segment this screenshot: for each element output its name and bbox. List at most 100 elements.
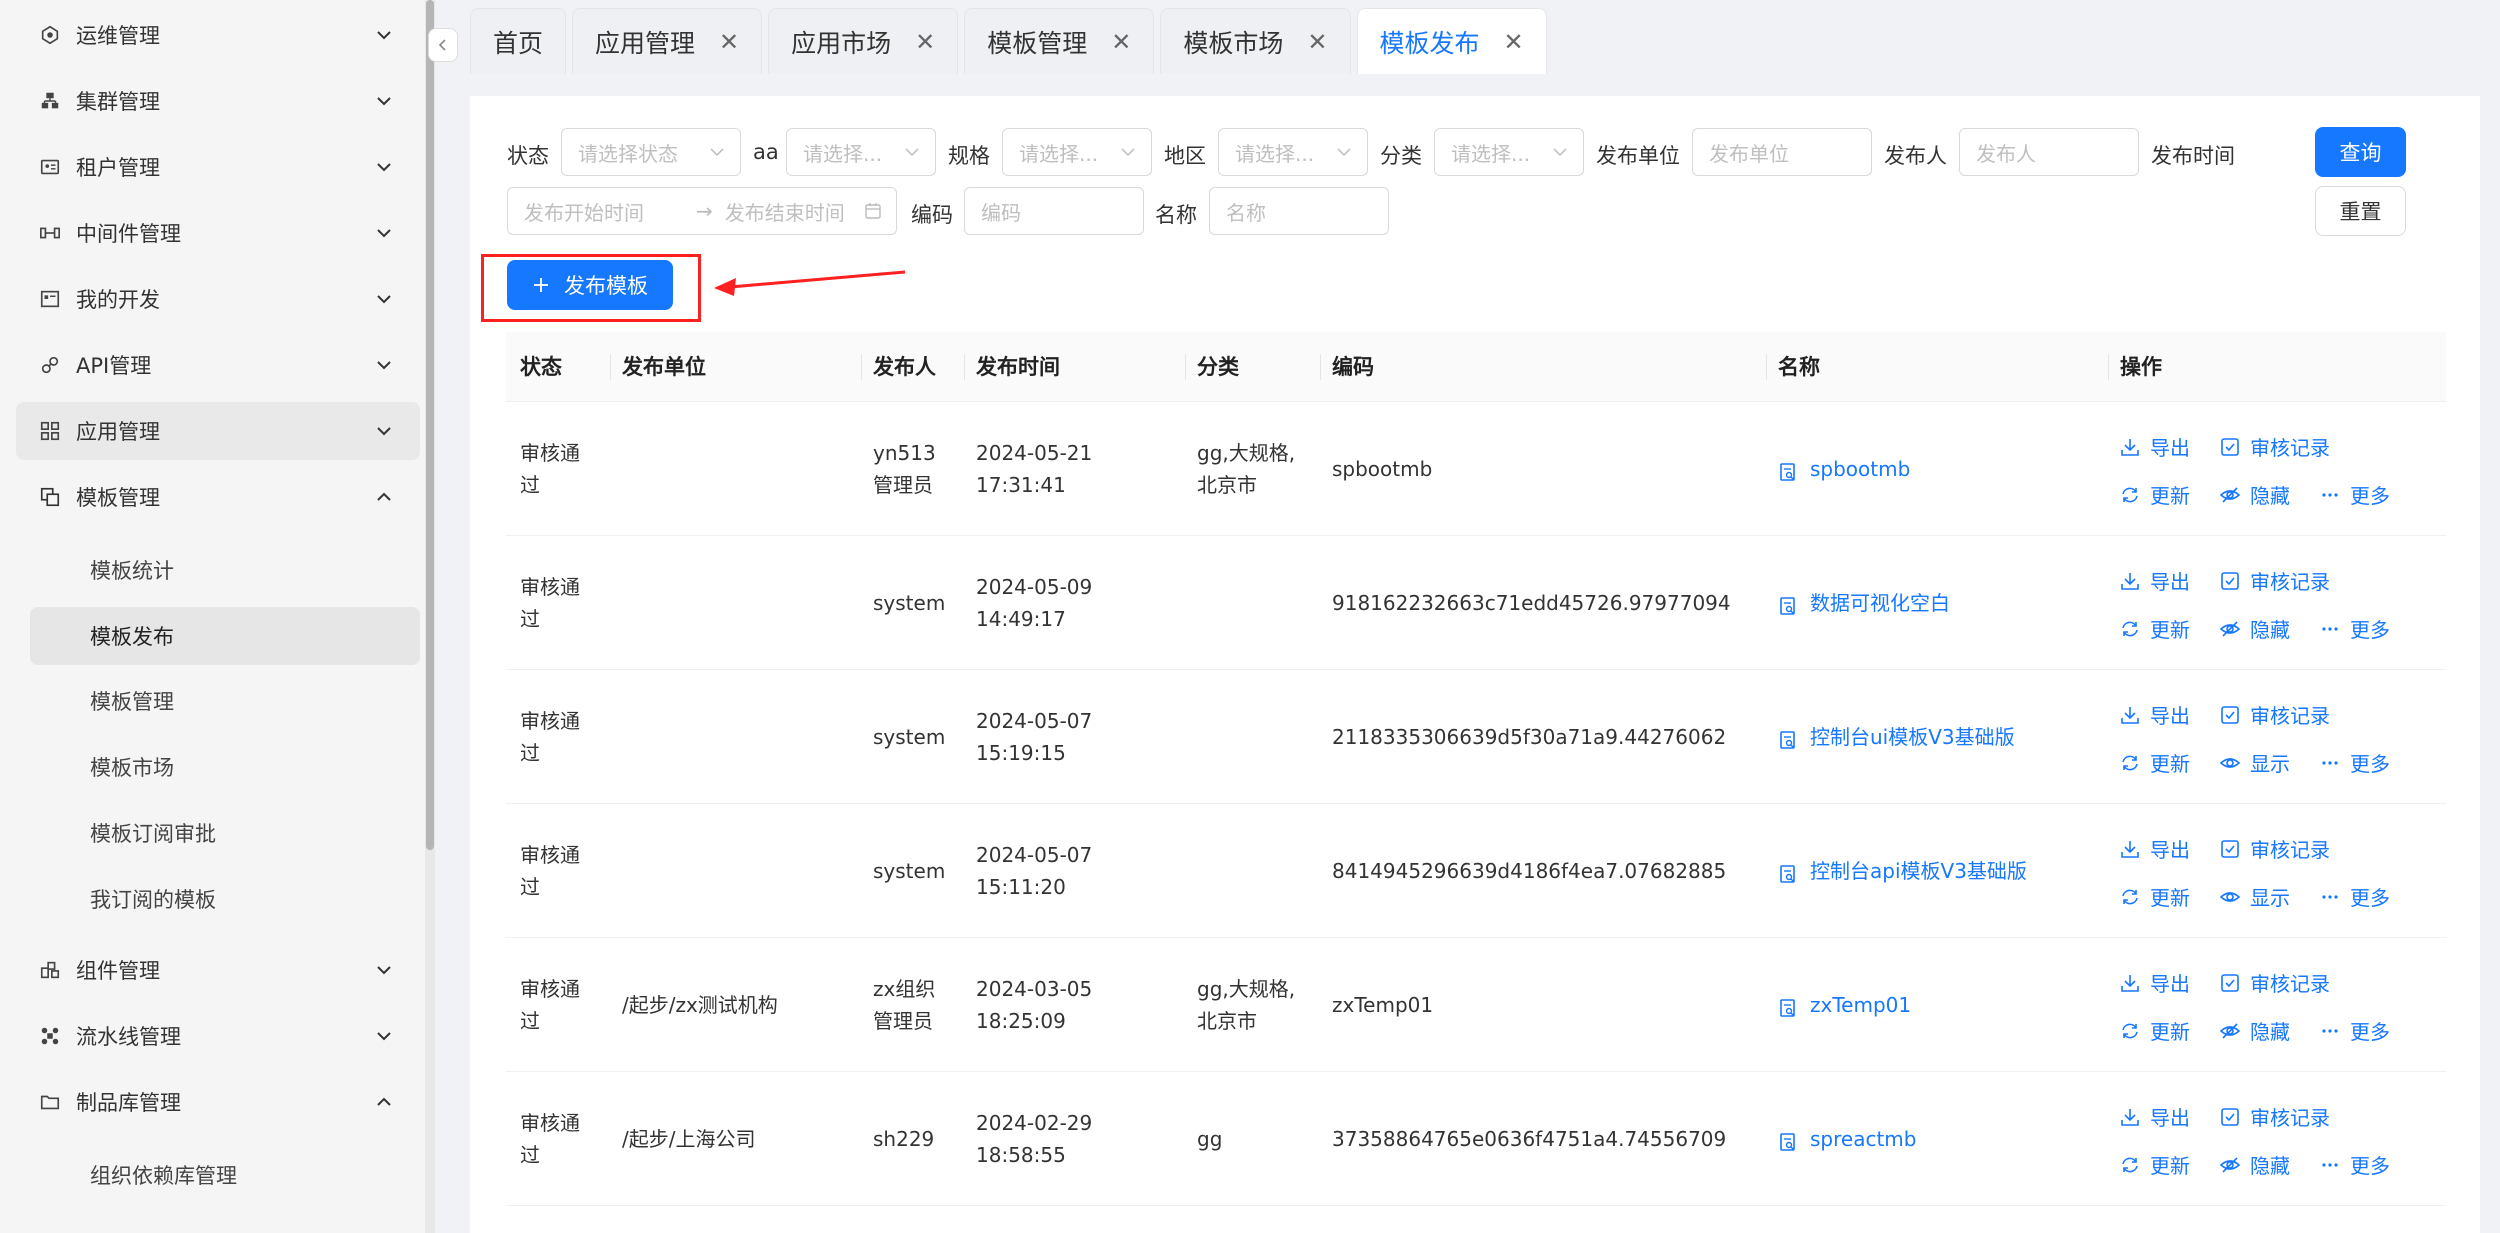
audit-record-action[interactable]: 审核记录 xyxy=(2220,432,2330,461)
column-separator[interactable] xyxy=(964,354,965,380)
more-dots-icon xyxy=(2320,753,2340,773)
sidebar-item-1[interactable]: 集群管理 xyxy=(16,72,420,130)
update-action[interactable]: 更新 xyxy=(2120,1150,2190,1179)
tab-5[interactable]: 模板发布 ✕ xyxy=(1356,8,1547,74)
sidebar-item-2[interactable]: 租户管理 xyxy=(16,138,420,196)
template-name-link[interactable]: spreactmb xyxy=(1778,1123,1916,1155)
export-action[interactable]: 导出 xyxy=(2120,700,2190,729)
sidebar-item-4[interactable]: 我的开发 xyxy=(16,270,420,328)
publisher-input[interactable]: 发布人 xyxy=(1959,128,2139,176)
sidebar-item-0[interactable]: 运维管理 xyxy=(16,6,420,64)
tab-3[interactable]: 模板管理 ✕ xyxy=(964,8,1155,74)
time-cell-line: 2024-03-05 xyxy=(976,977,1093,1001)
visibility-toggle-action[interactable]: 隐藏 xyxy=(2220,1150,2290,1179)
tab-0[interactable]: 首页 xyxy=(470,8,567,74)
tab-4[interactable]: 模板市场 ✕ xyxy=(1160,8,1351,74)
export-action[interactable]: 导出 xyxy=(2120,968,2190,997)
more-action[interactable]: 更多 xyxy=(2320,480,2390,509)
sidebar-item-5[interactable]: API管理 xyxy=(16,336,420,394)
time-cell-lines: 2024-02-29 18:58:55 xyxy=(976,1107,1092,1171)
more-action[interactable]: 更多 xyxy=(2320,614,2390,643)
audit-record-action[interactable]: 审核记录 xyxy=(2220,834,2330,863)
column-separator[interactable] xyxy=(610,354,611,380)
sidebar-subitem-4[interactable]: 模板订阅审批 xyxy=(30,804,420,862)
update-action[interactable]: 更新 xyxy=(2120,748,2190,777)
close-icon[interactable]: ✕ xyxy=(1504,28,1524,56)
close-icon[interactable]: ✕ xyxy=(719,28,739,56)
download-icon xyxy=(2120,705,2140,725)
sidebar-item-3[interactable]: 中间件管理 xyxy=(16,204,420,262)
sidebar-scrollbar[interactable] xyxy=(425,0,435,1233)
unit-input[interactable]: 发布单位 xyxy=(1692,128,1872,176)
download-icon xyxy=(2120,1107,2140,1127)
export-action-label: 导出 xyxy=(2150,1106,2190,1130)
audit-record-action[interactable]: 审核记录 xyxy=(2220,566,2330,595)
visibility-toggle-action[interactable]: 隐藏 xyxy=(2220,614,2290,643)
audit-record-action[interactable]: 审核记录 xyxy=(2220,1102,2330,1131)
sidebar-item-label: 中间件管理 xyxy=(76,222,181,246)
sidebar-subitem-2[interactable]: 模板管理 xyxy=(30,672,420,730)
column-separator[interactable] xyxy=(1320,354,1321,380)
visibility-toggle-action[interactable]: 隐藏 xyxy=(2220,1016,2290,1045)
category-cell-line: 北京市 xyxy=(1197,473,1257,497)
region-select[interactable]: 请选择... xyxy=(1218,128,1368,176)
sidebar-item-after-1[interactable]: 流水线管理 xyxy=(16,1007,420,1065)
export-action[interactable]: 导出 xyxy=(2120,432,2190,461)
export-action[interactable]: 导出 xyxy=(2120,1102,2190,1131)
sidebar-item-after-0[interactable]: 组件管理 xyxy=(16,941,420,999)
tab-2[interactable]: 应用市场 ✕ xyxy=(768,8,959,74)
more-action[interactable]: 更多 xyxy=(2320,1016,2390,1045)
scrollbar-thumb[interactable] xyxy=(426,0,434,850)
template-name-link[interactable]: 数据可视化空白 xyxy=(1778,587,1950,619)
sidebar-collapse-button[interactable] xyxy=(428,28,458,62)
template-name-link[interactable]: 控制台api模板V3基础版 xyxy=(1778,855,2027,887)
column-separator[interactable] xyxy=(1766,354,1767,380)
query-button[interactable]: 查询 xyxy=(2315,127,2406,177)
column-separator[interactable] xyxy=(1185,354,1186,380)
sidebar-subitem-5[interactable]: 我订阅的模板 xyxy=(30,870,420,928)
export-action-label: 导出 xyxy=(2150,570,2190,594)
sidebar-subitem-1[interactable]: 模板发布 xyxy=(30,607,420,665)
export-action[interactable]: 导出 xyxy=(2120,834,2190,863)
spec-select[interactable]: 请选择... xyxy=(1002,128,1152,176)
sidebar-item-7[interactable]: 模板管理 xyxy=(16,468,420,526)
tab-1[interactable]: 应用管理 ✕ xyxy=(572,8,763,74)
update-action[interactable]: 更新 xyxy=(2120,480,2190,509)
sidebar-subitem-0[interactable]: 模板统计 xyxy=(30,541,420,599)
template-name-link[interactable]: spbootmb xyxy=(1778,453,1910,485)
more-action[interactable]: 更多 xyxy=(2320,1150,2390,1179)
aa-select[interactable]: 请选择... xyxy=(786,128,936,176)
sidebar-artifact-subitem-0[interactable]: 组织依赖库管理 xyxy=(30,1146,420,1204)
reset-button[interactable]: 重置 xyxy=(2315,186,2406,236)
template-name-link[interactable]: 控制台ui模板V3基础版 xyxy=(1778,721,2015,753)
sidebar-item-6[interactable]: 应用管理 xyxy=(16,402,420,460)
audit-record-action[interactable]: 审核记录 xyxy=(2220,700,2330,729)
sidebar-subitem-3[interactable]: 模板市场 xyxy=(30,738,420,796)
more-action[interactable]: 更多 xyxy=(2320,882,2390,911)
close-icon[interactable]: ✕ xyxy=(1307,28,1327,56)
status-select[interactable]: 请选择状态 xyxy=(561,128,741,176)
publish-time-range[interactable]: 发布开始时间 → 发布结束时间 xyxy=(507,187,897,235)
column-separator[interactable] xyxy=(861,354,862,380)
category-select[interactable]: 请选择... xyxy=(1434,128,1584,176)
close-icon[interactable]: ✕ xyxy=(1111,28,1131,56)
more-action[interactable]: 更多 xyxy=(2320,748,2390,777)
unit-cell: /起步/上海公司 xyxy=(622,1127,756,1151)
download-icon xyxy=(2120,437,2140,457)
code-input[interactable]: 编码 xyxy=(964,187,1144,235)
update-action[interactable]: 更新 xyxy=(2120,614,2190,643)
audit-record-action[interactable]: 审核记录 xyxy=(2220,968,2330,997)
update-action[interactable]: 更新 xyxy=(2120,1016,2190,1045)
visibility-toggle-action[interactable]: 显示 xyxy=(2220,748,2290,777)
visibility-toggle-action[interactable]: 显示 xyxy=(2220,882,2290,911)
name-input[interactable]: 名称 xyxy=(1209,187,1389,235)
close-icon[interactable]: ✕ xyxy=(915,28,935,56)
update-action[interactable]: 更新 xyxy=(2120,882,2190,911)
export-action[interactable]: 导出 xyxy=(2120,566,2190,595)
visibility-toggle-action[interactable]: 隐藏 xyxy=(2220,480,2290,509)
status-cell-lines: 审核通过 xyxy=(520,571,580,635)
sidebar-item-label: 模板管理 xyxy=(76,486,160,510)
column-separator[interactable] xyxy=(2108,354,2109,380)
sidebar-item-after-2[interactable]: 制品库管理 xyxy=(16,1073,420,1131)
template-name-link[interactable]: zxTemp01 xyxy=(1778,989,1911,1021)
